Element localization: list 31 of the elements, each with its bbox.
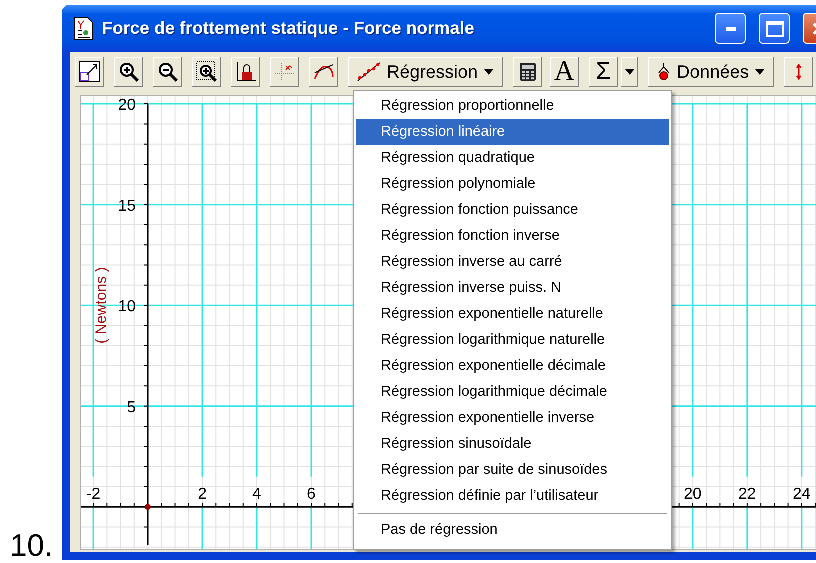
menu-item[interactable]: Régression exponentielle naturelle <box>356 301 669 327</box>
menu-item[interactable]: Régression exponentielle décimale <box>356 353 669 379</box>
data-button[interactable]: Données <box>648 57 774 87</box>
regression-button[interactable]: Régression <box>348 57 504 87</box>
window-title: Force de frottement statique - Force normale <box>102 18 476 39</box>
tick-label: 4 <box>252 486 262 504</box>
menu-item[interactable]: Régression quadratique <box>356 145 669 171</box>
menu-item[interactable]: Régression fonction puissance <box>356 197 669 223</box>
menu-item[interactable]: Régression proportionnelle <box>356 93 669 119</box>
menu-item[interactable]: Régression linéaire <box>356 119 669 145</box>
text-button[interactable]: A <box>550 57 580 87</box>
menu-item[interactable]: Régression logarithmique décimale <box>356 379 669 405</box>
tick-label: 2 <box>198 486 207 504</box>
sum-button[interactable]: Σ <box>589 57 618 87</box>
tick-label: -2 <box>86 486 101 504</box>
tick-label: 20 <box>684 486 702 504</box>
menu-item[interactable]: Régression fonction inverse <box>356 223 669 249</box>
menu-item[interactable]: Régression sinusoïdale <box>356 431 669 457</box>
menu-item[interactable]: Régression inverse au carré <box>356 249 669 275</box>
menu-item[interactable]: Régression polynomiale <box>356 171 669 197</box>
tick-label: 6 <box>307 486 316 504</box>
item-number: 10. <box>9 529 54 563</box>
tick-label: 22 <box>738 486 756 504</box>
menu-item[interactable]: Régression définie par l’utilisateur <box>356 483 669 509</box>
axis-title: ( Newtons ) <box>93 267 110 344</box>
menu-item[interactable]: Régression logarithmique naturelle <box>356 327 669 353</box>
menu-item[interactable]: Régression par suite de sinusoïdes <box>356 457 669 483</box>
menu-item[interactable]: Régression exponentielle inverse <box>356 405 669 431</box>
tick-label: 24 <box>793 486 811 504</box>
menu-item[interactable]: Régression inverse puiss. N <box>356 275 669 301</box>
menu-item[interactable]: Pas de régression <box>356 517 669 543</box>
